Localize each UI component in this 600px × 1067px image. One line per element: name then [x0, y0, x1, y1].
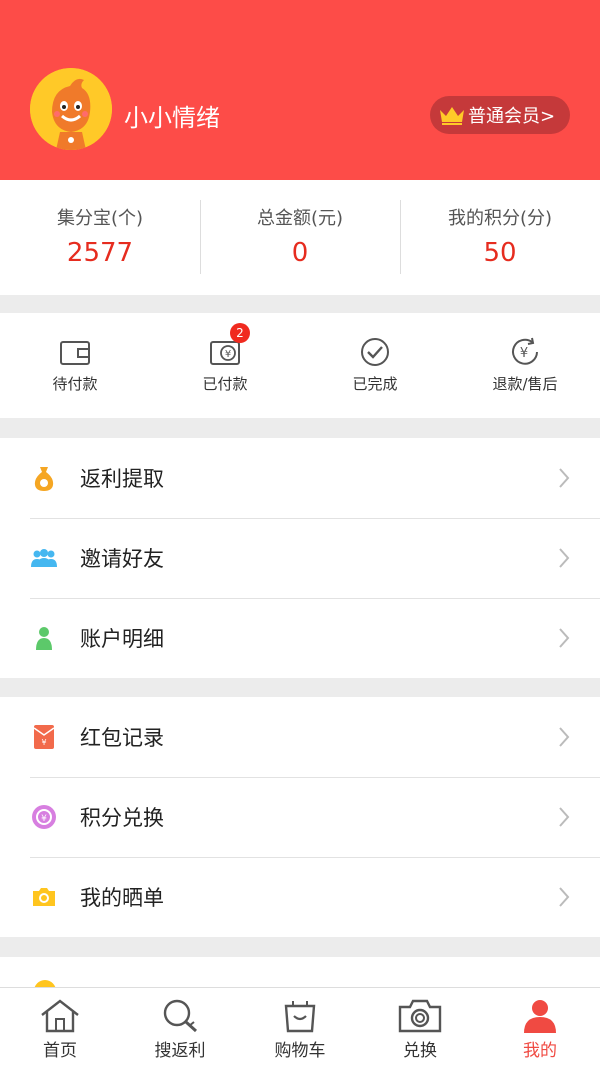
stat-total-amount[interactable]: 总金额(元) 0: [200, 180, 400, 295]
menu-item-label: 我的晒单: [80, 886, 164, 910]
menu-item-invite-friends[interactable]: 邀请好友: [0, 518, 600, 598]
tab-label: 兑换: [403, 1041, 437, 1061]
menu-item-my-showcase[interactable]: 我的晒单: [0, 857, 600, 937]
paid-wallet-icon: ¥ 2: [208, 323, 250, 369]
menu-item-label: 积分兑换: [80, 806, 164, 830]
chevron-right-icon: [559, 548, 570, 568]
tab-label: 我的: [523, 1041, 557, 1061]
menu-item-points-exchange[interactable]: ¥ 积分兑换: [0, 777, 600, 857]
wallet-icon: [58, 335, 92, 369]
menu-item-label: 返利提取: [80, 467, 164, 491]
username: 小小情绪: [124, 104, 220, 132]
avatar[interactable]: [30, 68, 112, 150]
search-icon: [163, 999, 198, 1033]
order-label: 已付款: [202, 375, 248, 393]
stat-jifenbao[interactable]: 集分宝(个) 2577: [0, 180, 200, 295]
member-level-button[interactable]: 普通会员>: [430, 96, 570, 134]
order-badge: 2: [230, 323, 250, 343]
money-bag-icon: [30, 464, 58, 492]
order-label: 待付款: [52, 375, 98, 393]
member-label: 普通会员>: [468, 106, 556, 127]
stat-value: 0: [291, 238, 309, 268]
home-icon: [41, 999, 79, 1033]
chevron-right-icon: [559, 468, 570, 488]
stat-label: 集分宝(个): [56, 208, 144, 229]
menu-item-label: 账户明细: [80, 627, 164, 651]
camera-icon: [30, 883, 58, 911]
tab-label: 购物车: [274, 1041, 326, 1061]
cart-icon: [284, 1001, 316, 1033]
profile-icon: [524, 1000, 556, 1033]
exchange-icon: ¥: [30, 803, 58, 831]
check-circle-icon: [358, 335, 392, 369]
order-label: 已完成: [352, 375, 398, 393]
menu-item-label: 红包记录: [80, 726, 164, 750]
stat-value: 50: [483, 238, 517, 268]
stat-my-points[interactable]: 我的积分(分) 50: [400, 180, 600, 295]
stats-panel: 集分宝(个) 2577 总金额(元) 0 我的积分(分) 50: [0, 180, 600, 295]
order-paid[interactable]: ¥ 2 已付款: [150, 313, 300, 418]
stat-value: 2577: [66, 238, 134, 268]
people-icon: [30, 544, 58, 572]
profile-header: 小小情绪 普通会员>: [0, 0, 600, 180]
stat-label: 我的积分(分): [447, 208, 553, 229]
tab-exchange[interactable]: 兑换: [360, 988, 480, 1067]
user-icon: [30, 624, 58, 652]
stat-label: 总金额(元): [256, 208, 344, 229]
tab-cart[interactable]: 购物车: [240, 988, 360, 1067]
chevron-right-icon: [559, 727, 570, 747]
crown-icon: [440, 107, 464, 125]
refund-icon: ¥: [508, 335, 542, 369]
chevron-right-icon: [559, 887, 570, 907]
order-status-bar: 待付款 ¥ 2 已付款 已完成 ¥ 退款/售后: [0, 313, 600, 418]
menu-group-1: 返利提取 邀请好友 账户明细: [0, 438, 600, 678]
tab-home[interactable]: 首页: [0, 988, 120, 1067]
menu-item-rebate-withdraw[interactable]: 返利提取: [0, 438, 600, 518]
order-pending-payment[interactable]: 待付款: [0, 313, 150, 418]
order-label: 退款/售后: [492, 375, 558, 393]
svg-text:¥: ¥: [41, 738, 46, 747]
tab-label: 首页: [43, 1041, 77, 1061]
svg-text:¥: ¥: [225, 349, 231, 360]
svg-text:¥: ¥: [41, 814, 47, 824]
menu-item-account-details[interactable]: 账户明细: [0, 598, 600, 678]
bottom-tab-bar: 首页 搜返利 购物车 兑换 我的: [0, 987, 600, 1067]
menu-item-label: 邀请好友: [80, 547, 164, 571]
chevron-right-icon: [559, 807, 570, 827]
svg-text:¥: ¥: [520, 346, 528, 361]
tab-mine[interactable]: 我的: [480, 988, 600, 1067]
red-envelope-icon: ¥: [30, 723, 58, 751]
order-refund[interactable]: ¥ 退款/售后: [450, 313, 600, 418]
menu-item-red-envelope-records[interactable]: ¥ 红包记录: [0, 697, 600, 777]
camera-icon: [398, 999, 442, 1033]
tab-search-rebate[interactable]: 搜返利: [120, 988, 240, 1067]
chevron-right-icon: [559, 628, 570, 648]
order-completed[interactable]: 已完成: [300, 313, 450, 418]
menu-group-2: ¥ 红包记录 ¥ 积分兑换 我的晒单: [0, 697, 600, 937]
tab-label: 搜返利: [154, 1041, 206, 1061]
